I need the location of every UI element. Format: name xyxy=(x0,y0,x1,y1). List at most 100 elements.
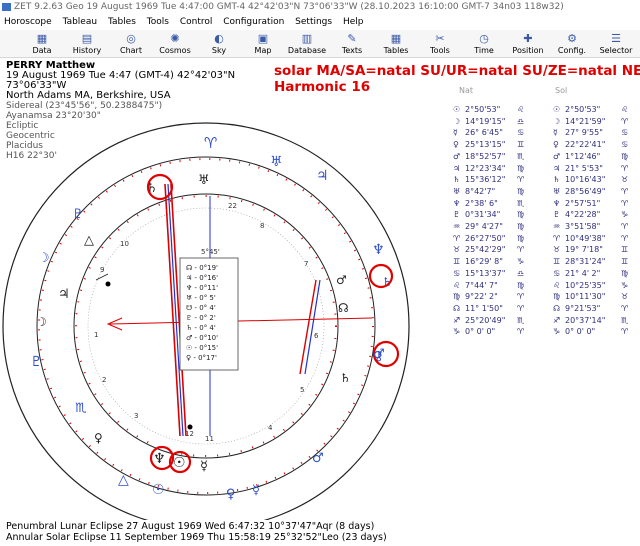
solar-column-header: Sol xyxy=(555,86,568,95)
sky-icon: ◐ xyxy=(214,32,224,45)
house-number: 12 xyxy=(185,430,194,438)
table-row: ♄ 15°36'12" ♈ ♄ 10°16'43" ♉ xyxy=(453,174,638,185)
toolbar-selector-button[interactable]: ☰ Selector xyxy=(593,30,639,58)
natal-sign-glyph: ♊ xyxy=(517,140,525,150)
ascendant-marker xyxy=(95,273,109,281)
toolbar-texts-button[interactable]: ✎ Texts xyxy=(329,30,375,58)
natal-sign-glyph: ♎ xyxy=(517,116,525,126)
chart-wheel-area[interactable]: 22 11 12 1 2 3 4 5 6 7 8 9 10 ♈ ♅ ♃ ♆ ♄ … xyxy=(0,96,448,530)
birth-datetime: 19 August 1969 Tue 4:47 (GMT-4) 42°42'03… xyxy=(6,70,236,91)
aspect-row: ☉ - 0°15' xyxy=(186,344,218,352)
table-row: ♐ 25°20'49" ♏ ♐ 20°37'14" ♏ xyxy=(453,315,638,326)
house-number: 7 xyxy=(304,260,308,268)
natal-sign-glyph: ♌ xyxy=(517,105,525,114)
table-row: ♌ 7°44' 7" ♍ ♌ 10°25'35" ♑ xyxy=(453,280,638,291)
toolbar-cosmos-button[interactable]: ✺ Cosmos xyxy=(152,30,198,58)
menu-settings[interactable]: Settings xyxy=(291,14,336,30)
table-row: ☊ 11° 1'50" ♈ ☊ 9°21'53" ♈ xyxy=(453,303,638,314)
solar-planet-glyph: ☿ xyxy=(553,128,558,138)
toolbar-database-button[interactable]: ▥ Database xyxy=(284,30,330,58)
natal-planet-glyph: ♂ xyxy=(453,151,461,161)
solar-position: 1°12'46" xyxy=(565,151,601,161)
time-icon: ◷ xyxy=(479,32,489,45)
aspect-line-red-3 xyxy=(299,279,317,375)
natal-sign-glyph: ♍ xyxy=(517,186,525,196)
toolbar-position-button[interactable]: ✚ Position xyxy=(505,30,551,58)
solar-sign-glyph: ♈ xyxy=(621,303,629,313)
solar-position: 10°16'43" xyxy=(565,175,606,185)
natal-sign-glyph: ♍ xyxy=(517,280,525,290)
natal-jupiter-glyph-icon: ♃ xyxy=(58,287,70,302)
natal-node-glyph-icon: ☊ xyxy=(338,301,349,315)
toolbar-tables-button[interactable]: ▦ Tables xyxy=(373,30,419,58)
table-row: ♅ 8°42'7" ♍ ♅ 28°56'49" ♈ xyxy=(453,186,638,197)
solar-sign-glyph: ♋ xyxy=(621,140,629,150)
annotation-line-1: solar MA/SA=natal SU/UR=natal SU/ZE=nata… xyxy=(274,63,640,79)
house-number: 3 xyxy=(134,412,138,420)
aspect-line-blue-3 xyxy=(304,279,321,375)
aries-glyph-icon: ♈ xyxy=(204,134,217,152)
natal-planet-glyph: ♄ xyxy=(453,175,461,185)
natal-position: 25°42'29" xyxy=(465,245,506,255)
natal-sign-glyph: ♍ xyxy=(517,233,525,243)
table-row: ♉ 25°42'29" ♈ ♉ 19° 7'18" ♊ xyxy=(453,244,638,255)
house-number: 9 xyxy=(100,266,104,274)
house-number: 8 xyxy=(260,222,264,230)
menu-tables[interactable]: Tables xyxy=(104,14,140,30)
toolbar-time-button[interactable]: ◷ Time xyxy=(461,30,507,58)
house-number: 1 xyxy=(94,331,98,339)
toolbar-tools-button[interactable]: ✂ Tools xyxy=(417,30,463,58)
solar-planet-glyph: ♅ xyxy=(553,186,561,196)
aspect-row: ♀ - 0°17' xyxy=(186,354,217,362)
solar-sign-glyph: ♑ xyxy=(621,210,629,220)
menu-configuration[interactable]: Configuration xyxy=(219,14,288,30)
toolbar-chart-button[interactable]: ◎ Chart xyxy=(108,30,154,58)
solar-planet-glyph: ♒ xyxy=(553,222,561,231)
natal-venus-glyph-icon: ♀ xyxy=(94,431,103,445)
selector-icon: ☰ xyxy=(611,32,621,45)
position-icon: ✚ xyxy=(523,32,533,45)
natal-planet-glyph: ♐ xyxy=(453,315,461,325)
solar-position: 27° 9'55" xyxy=(565,128,603,138)
toolbar-sky-button[interactable]: ◐ Sky xyxy=(196,30,242,58)
aspect-row: ♃ - 0°16' xyxy=(186,274,218,282)
window-title: ZET 9.2.63 Geo 19 August 1969 Tue 4:47:0… xyxy=(14,2,564,12)
cosmos-icon: ✺ xyxy=(170,32,180,45)
mars-outer-glyph-icon: ♂ xyxy=(312,451,324,466)
menu-horoscope[interactable]: Horoscope xyxy=(0,14,56,30)
natal-planet-glyph: ♆ xyxy=(453,198,461,208)
natal-saturn-lower-glyph-icon: ♄ xyxy=(340,371,351,385)
chart-icon: ◎ xyxy=(126,32,136,45)
natal-planet-glyph: ♌ xyxy=(453,280,461,290)
chart-wheel[interactable]: 22 11 12 1 2 3 4 5 6 7 8 9 10 ♈ ♅ ♃ ♆ ♄ … xyxy=(0,96,448,530)
toolbar-history-button[interactable]: ▤ History xyxy=(64,30,110,58)
solar-sign-glyph: ♋ xyxy=(621,128,629,138)
house-number: 10 xyxy=(120,240,129,248)
solar-sign-glyph: ♉ xyxy=(621,175,629,185)
menu-tools[interactable]: Tools xyxy=(143,14,173,30)
toolbar-config-button[interactable]: ⚙ Config. xyxy=(549,30,595,58)
menu-help[interactable]: Help xyxy=(339,14,368,30)
triangle-glyph-icon: △ xyxy=(118,472,129,488)
mercury-outer-glyph-icon: ☿ xyxy=(252,483,260,498)
solar-sign-glyph: ♏ xyxy=(621,315,629,325)
solar-position: 9°21'53" xyxy=(565,303,601,313)
natal-sign-glyph: ♈ xyxy=(517,245,525,255)
natal-moon-glyph-icon: ☽ xyxy=(36,315,47,329)
natal-position: 18°52'57" xyxy=(465,151,506,161)
natal-position: 15°36'12" xyxy=(465,175,506,185)
solar-planet-glyph: ♑ xyxy=(553,327,561,337)
solar-planet-glyph: ☉ xyxy=(553,105,561,114)
toolbar-data-button[interactable]: ▦ Data xyxy=(19,30,65,58)
menu-control[interactable]: Control xyxy=(176,14,217,30)
tools-icon: ✂ xyxy=(435,32,445,45)
solar-position: 28°31'24" xyxy=(565,257,606,267)
data-icon: ▦ xyxy=(36,32,48,45)
natal-position: 2°38' 6" xyxy=(465,198,498,208)
history-icon: ▤ xyxy=(81,32,93,45)
menu-tableau[interactable]: Tableau xyxy=(59,14,102,30)
natal-position: 8°42'7" xyxy=(465,186,496,196)
toolbar-map-button[interactable]: ▣ Map xyxy=(240,30,286,58)
house-number: 4 xyxy=(268,424,273,432)
natal-position: 12°23'34" xyxy=(465,163,506,173)
